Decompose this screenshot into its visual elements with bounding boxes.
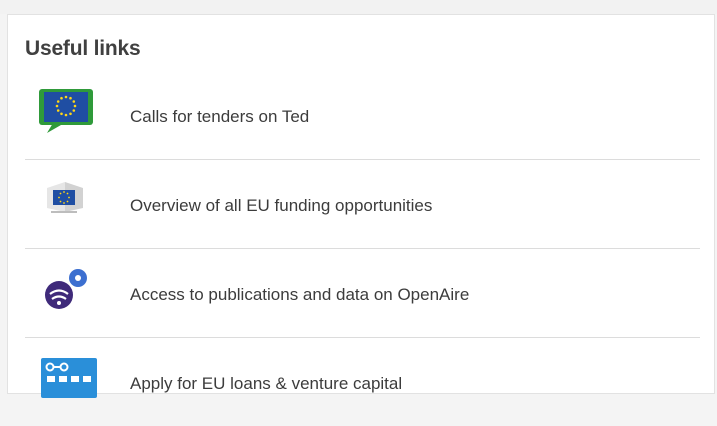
link-label[interactable]: Calls for tenders on Ted [130, 107, 309, 127]
link-label[interactable]: Apply for EU loans & venture capital [130, 374, 402, 394]
ted-eu-flag-speech-bubble-icon [37, 87, 97, 137]
link-eu-loans-venture-capital[interactable]: Apply for EU loans & venture capital [25, 338, 700, 426]
link-openaire[interactable]: Access to publications and data on OpenA… [25, 249, 700, 338]
european-commission-logo-icon [37, 178, 97, 228]
useful-links-panel: Useful links Calls for tenders on Ted Ov… [7, 14, 715, 398]
link-eu-funding-overview[interactable]: Overview of all EU funding opportunities [25, 160, 700, 249]
top-strip [0, 0, 717, 14]
link-label[interactable]: Overview of all EU funding opportunities [130, 196, 432, 216]
access-to-finance-icon [37, 356, 97, 406]
panel-title: Useful links [25, 37, 141, 60]
link-calls-for-tenders[interactable]: Calls for tenders on Ted [25, 85, 700, 160]
openaire-logo-icon [37, 267, 97, 317]
link-label[interactable]: Access to publications and data on OpenA… [130, 285, 469, 305]
